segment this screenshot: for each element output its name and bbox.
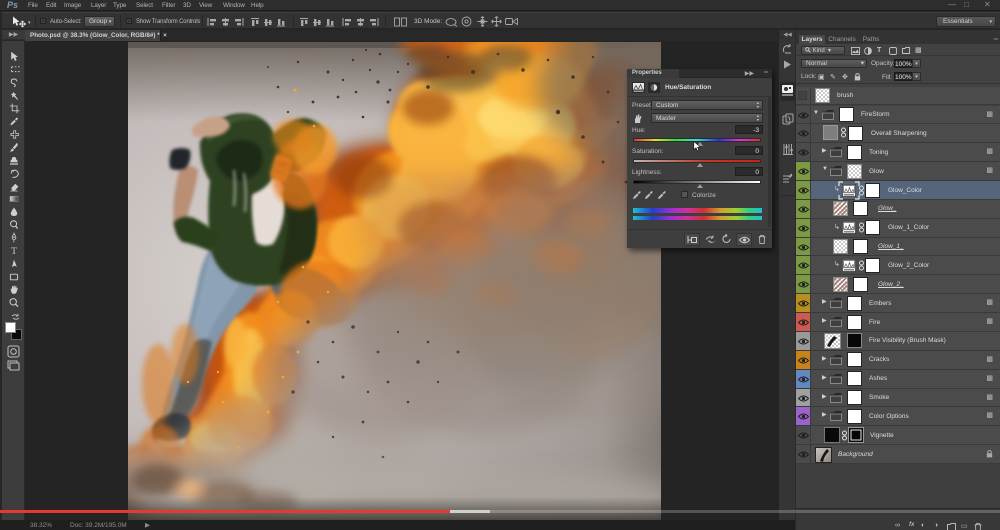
- svg-text:T: T: [11, 246, 17, 257]
